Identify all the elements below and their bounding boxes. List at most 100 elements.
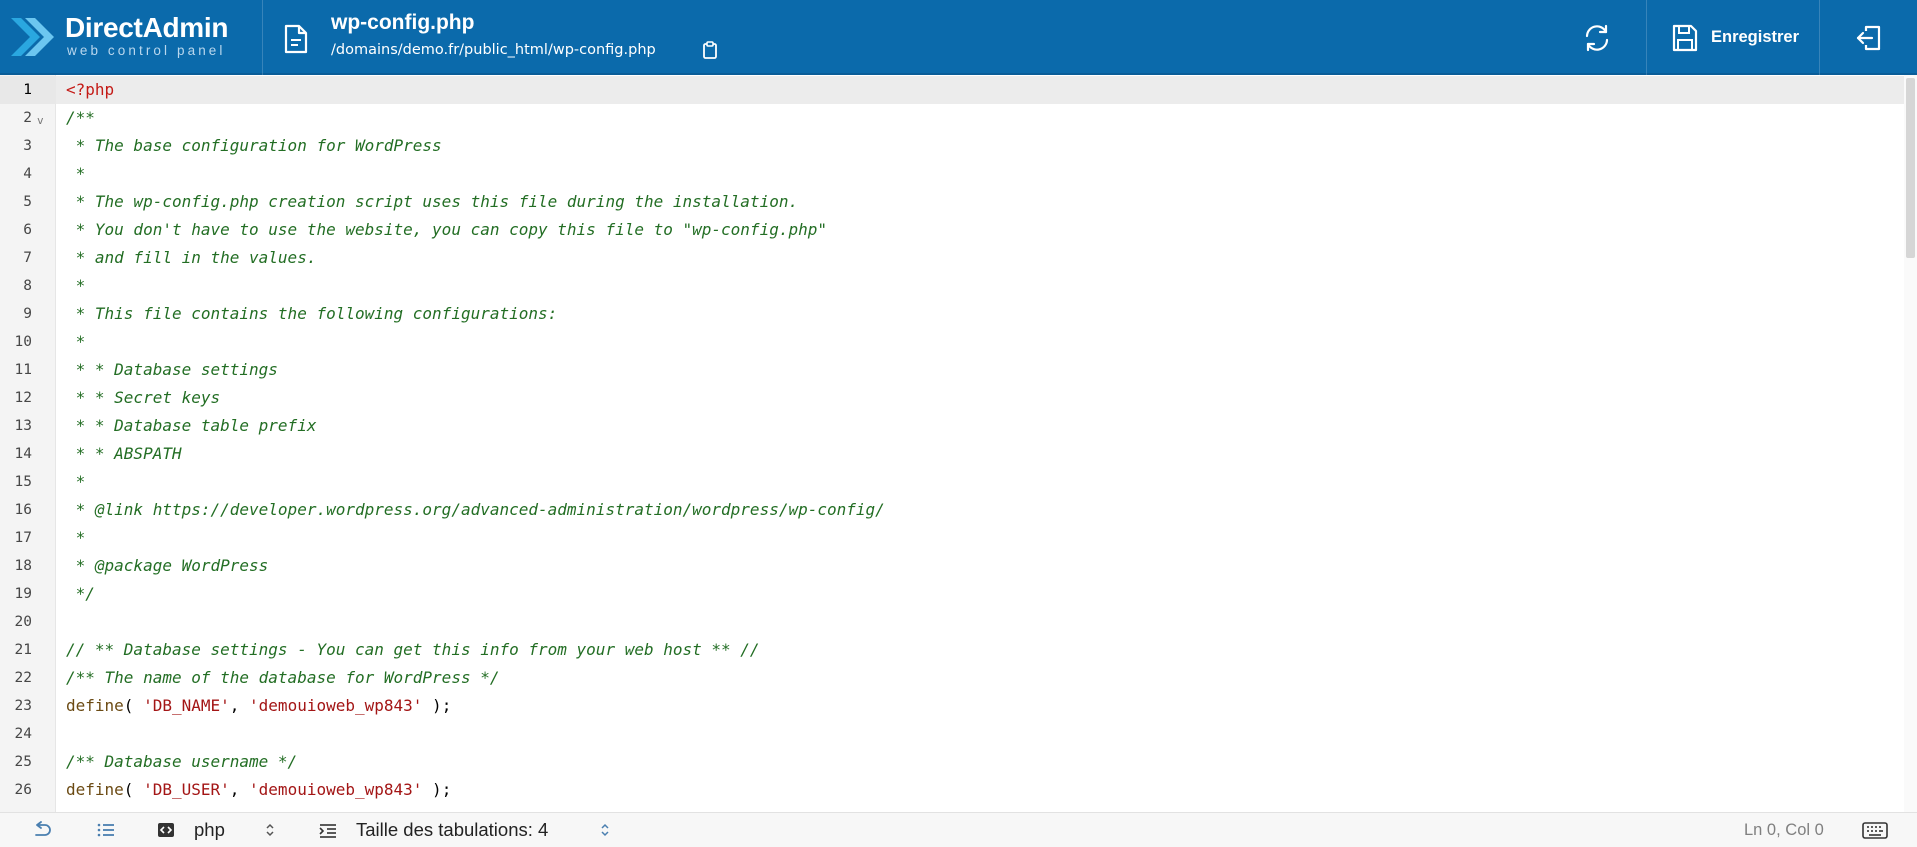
- code-line[interactable]: *: [56, 160, 1904, 188]
- line-number: 13: [0, 412, 56, 440]
- code-token: *: [66, 528, 86, 547]
- file-icon: [284, 24, 308, 54]
- code-token: (: [123, 780, 144, 799]
- code-token: <?php: [66, 80, 115, 99]
- code-line[interactable]: * The base configuration for WordPress: [56, 132, 1904, 160]
- code-token: * @link https://developer.wordpress.org/…: [66, 500, 885, 519]
- code-line[interactable]: */: [56, 580, 1904, 608]
- scrollbar-thumb[interactable]: [1906, 78, 1915, 258]
- line-number-label: 22: [14, 670, 32, 686]
- code-line[interactable]: * * Database settings: [56, 356, 1904, 384]
- line-number-label: 5: [23, 194, 32, 210]
- code-token: * This file contains the following confi…: [66, 304, 558, 323]
- line-number: 11: [0, 356, 56, 384]
- line-number-label: 6: [23, 222, 32, 238]
- code-line[interactable]: <?php: [56, 76, 1904, 104]
- code-line[interactable]: * * Database table prefix: [56, 412, 1904, 440]
- line-number: 5: [0, 188, 56, 216]
- brand-name: DirectAdmin: [65, 12, 229, 43]
- code-line[interactable]: /** Database username */: [56, 748, 1904, 776]
- chevron-updown-icon: [601, 823, 609, 837]
- save-button[interactable]: Enregistrer: [1646, 0, 1820, 75]
- code-line[interactable]: * This file contains the following confi…: [56, 300, 1904, 328]
- code-token: 'demouioweb_wp843': [249, 780, 423, 799]
- line-number-label: 14: [14, 446, 32, 462]
- code-line[interactable]: *: [56, 468, 1904, 496]
- line-number: 23: [0, 692, 56, 720]
- code-line[interactable]: /** The name of the database for WordPre…: [56, 664, 1904, 692]
- code-line-text: // ** Database settings - You can get th…: [66, 636, 760, 664]
- line-number: 4: [0, 160, 56, 188]
- code-line[interactable]: [56, 720, 1904, 748]
- line-number: 19: [0, 580, 56, 608]
- code-token: * * ABSPATH: [66, 444, 182, 463]
- fold-chevron-icon[interactable]: v: [37, 107, 44, 135]
- code-line[interactable]: * * Secret keys: [56, 384, 1904, 412]
- code-line-text: * @link https://developer.wordpress.org/…: [66, 496, 885, 524]
- code-line[interactable]: * The wp-config.php creation script uses…: [56, 188, 1904, 216]
- code-line-text: define( 'DB_NAME', 'demouioweb_wp843' );: [66, 692, 451, 720]
- code-line[interactable]: *: [56, 272, 1904, 300]
- line-number-label: 21: [14, 642, 32, 658]
- code-token: */: [66, 584, 95, 603]
- code-token: ,: [229, 696, 250, 715]
- keyboard-icon[interactable]: [1862, 822, 1888, 839]
- line-number: 17: [0, 524, 56, 552]
- code-token: /** The name of the database for WordPre…: [66, 668, 500, 687]
- code-line[interactable]: /**: [56, 104, 1904, 132]
- code-line[interactable]: * @link https://developer.wordpress.org/…: [56, 496, 1904, 524]
- code-line[interactable]: define( 'DB_NAME', 'demouioweb_wp843' );: [56, 692, 1904, 720]
- code-line[interactable]: *: [56, 524, 1904, 552]
- code-line-text: * This file contains the following confi…: [66, 300, 558, 328]
- line-number: 9: [0, 300, 56, 328]
- editor-scrollbar[interactable]: [1904, 75, 1917, 812]
- code-line[interactable]: * You don't have to use the website, you…: [56, 216, 1904, 244]
- reload-button[interactable]: [1555, 0, 1645, 75]
- line-number-label: 10: [14, 334, 32, 350]
- line-number: 15: [0, 468, 56, 496]
- outline-button[interactable]: [94, 813, 118, 847]
- code-editor[interactable]: 1 2 v 3 4 5 6 7 8 9 10 11 12 13 14 15 16 17 18 19 20 21 22 23 24…: [0, 75, 1917, 812]
- file-path: /domains/demo.fr/public_html/wp-config.p…: [331, 42, 656, 58]
- code-line-text: * The base configuration for WordPress: [66, 132, 442, 160]
- code-token: );: [422, 696, 452, 715]
- line-number-label: 15: [14, 474, 32, 490]
- tab-size-select[interactable]: Taille des tabulations: 4: [315, 813, 620, 847]
- code-token: *: [66, 164, 86, 183]
- code-line[interactable]: * @package WordPress: [56, 552, 1904, 580]
- code-line-text: */: [66, 580, 95, 608]
- code-token: ,: [229, 780, 250, 799]
- line-number: 20: [0, 608, 56, 636]
- code-line[interactable]: *: [56, 328, 1904, 356]
- code-line-text: * and fill in the values.: [66, 244, 317, 272]
- code-line-text: * * Secret keys: [66, 384, 221, 412]
- code-token: // ** Database settings - You can get th…: [66, 640, 760, 659]
- language-select[interactable]: php: [150, 813, 280, 847]
- code-line[interactable]: [56, 608, 1904, 636]
- code-token: define: [66, 780, 124, 799]
- line-number: 1: [0, 76, 56, 104]
- code-token: 'DB_NAME': [143, 696, 230, 715]
- floppy-disk-icon: [1672, 24, 1698, 52]
- code-line[interactable]: // ** Database settings - You can get th…: [56, 636, 1904, 664]
- line-number: 26: [0, 776, 56, 804]
- line-number-label: 17: [14, 530, 32, 546]
- code-line[interactable]: * * ABSPATH: [56, 440, 1904, 468]
- reload-icon: [1585, 24, 1609, 52]
- clipboard-icon[interactable]: [702, 41, 718, 59]
- language-label: php: [194, 819, 225, 840]
- undo-button[interactable]: [30, 813, 54, 847]
- brand-logo[interactable]: DirectAdmin web control panel: [0, 0, 263, 75]
- line-number: 21: [0, 636, 56, 664]
- code-token: (: [123, 696, 144, 715]
- tab-size-label: Taille des tabulations: 4: [356, 819, 549, 840]
- line-gutter: 1 2 v 3 4 5 6 7 8 9 10 11 12 13 14 15 16 17 18 19 20 21 22 23 24…: [0, 75, 56, 812]
- code-line[interactable]: define( 'DB_USER', 'demouioweb_wp843' );: [56, 776, 1904, 804]
- chevron-updown-icon: [266, 823, 274, 837]
- line-number: 14: [0, 440, 56, 468]
- code-line-text: *: [66, 272, 86, 300]
- code-token: );: [422, 780, 452, 799]
- code-line[interactable]: * and fill in the values.: [56, 244, 1904, 272]
- logout-button[interactable]: [1819, 0, 1917, 75]
- code-line-text: define( 'DB_USER', 'demouioweb_wp843' );: [66, 776, 451, 804]
